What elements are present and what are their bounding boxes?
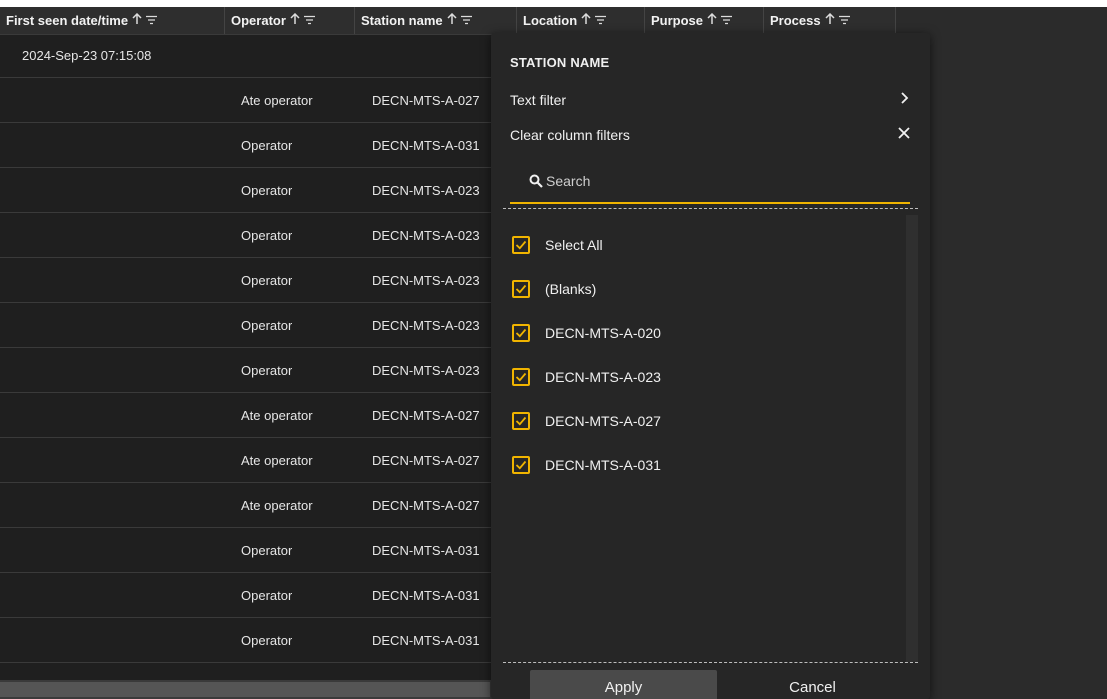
dashed-divider [503,662,918,663]
horizontal-scrollbar-thumb[interactable] [0,682,490,697]
filter-options-list: Select All (Blanks) DECN-MTS-A-020 DECN-MTS… [503,215,918,662]
text-filter-menu-item[interactable]: Text filter [510,89,910,111]
column-header[interactable]: Station name [355,7,517,34]
close-icon[interactable] [898,126,910,144]
cell-operator: Ate operator [241,93,313,108]
filter-lines-icon[interactable] [595,13,607,28]
column-header[interactable]: Process [764,7,896,34]
filter-option[interactable]: DECN-MTS-A-027 [512,409,661,433]
checkbox[interactable] [512,368,530,386]
checkbox[interactable] [512,324,530,342]
cell-operator: Operator [241,363,293,378]
arrow-up-icon[interactable] [581,12,591,28]
cell-station-name: DECN-MTS-A-031 [372,633,480,648]
checkbox[interactable] [512,280,530,298]
checkbox[interactable] [512,236,530,254]
column-header[interactable]: Purpose [645,7,764,34]
cancel-button[interactable]: Cancel [719,670,906,699]
filter-search-input[interactable] [510,160,910,202]
column-header-label: Location [523,13,578,28]
filter-option[interactable]: DECN-MTS-A-031 [512,453,661,477]
filter-option-label: DECN-MTS-A-027 [545,413,661,429]
cell-station-name: DECN-MTS-A-031 [372,138,480,153]
cell-station-name: DECN-MTS-A-023 [372,318,480,333]
page: First seen date/time Operator Station name… [0,0,1107,699]
cell-station-name: DECN-MTS-A-027 [372,93,480,108]
cell-operator: Operator [241,138,293,153]
filter-lines-icon[interactable] [721,13,733,28]
column-header[interactable]: Operator [225,7,355,34]
filter-option[interactable]: DECN-MTS-A-023 [512,365,661,389]
cell-operator: Operator [241,543,293,558]
arrow-up-icon[interactable] [707,12,717,28]
cell-station-name: DECN-MTS-A-027 [372,453,480,468]
column-header-label: Process [770,13,821,28]
column-header-label: First seen date/time [6,13,129,28]
column-filter-popup: STATION NAME Text filter Clear column fi… [491,33,930,699]
filter-option[interactable]: DECN-MTS-A-020 [512,321,661,345]
cell-station-name: DECN-MTS-A-027 [372,408,480,423]
column-header[interactable]: Location [517,7,645,34]
arrow-up-icon[interactable] [290,12,300,28]
cell-station-name: DECN-MTS-A-023 [372,273,480,288]
dashed-divider [503,208,918,209]
cell-operator: Operator [241,318,293,333]
filter-option[interactable]: Select All [512,233,603,257]
cell-first-seen: 2024-Sep-23 07:15:08 [22,48,152,63]
cell-operator: Operator [241,228,293,243]
cell-station-name: DECN-MTS-A-031 [372,588,480,603]
options-scrollbar[interactable] [906,215,918,662]
checkbox[interactable] [512,412,530,430]
cell-operator: Operator [241,588,293,603]
filter-option[interactable]: (Blanks) [512,277,596,301]
text-filter-label: Text filter [510,92,567,108]
cell-station-name: DECN-MTS-A-031 [372,543,480,558]
filter-lines-icon[interactable] [146,13,158,28]
column-header[interactable]: First seen date/time [0,7,225,34]
clear-column-filters-menu-item[interactable]: Clear column filters [510,124,910,146]
cell-station-name: DECN-MTS-A-023 [372,363,480,378]
filter-lines-icon[interactable] [460,13,472,28]
cell-operator: Ate operator [241,453,313,468]
cell-operator: Ate operator [241,498,313,513]
checkbox[interactable] [512,456,530,474]
cell-operator: Operator [241,183,293,198]
arrow-up-icon[interactable] [825,12,835,28]
filter-lines-icon[interactable] [838,13,850,28]
apply-button[interactable]: Apply [530,670,717,699]
cell-station-name: DECN-MTS-A-023 [372,183,480,198]
filter-option-label: DECN-MTS-A-023 [545,369,661,385]
arrow-up-icon[interactable] [447,12,457,28]
filter-popup-title: STATION NAME [510,55,610,70]
column-header-label: Operator [231,13,286,28]
filter-option-label: DECN-MTS-A-020 [545,325,661,341]
cell-operator: Ate operator [241,408,313,423]
filter-lines-icon[interactable] [303,13,315,28]
cell-station-name: DECN-MTS-A-023 [372,228,480,243]
arrow-up-icon[interactable] [132,12,142,28]
column-header-label: Station name [361,13,443,28]
grid-header: First seen date/time Operator Station name… [0,7,896,35]
filter-option-label: Select All [545,237,603,253]
filter-search-box[interactable] [510,160,910,204]
column-header-label: Purpose [651,13,704,28]
clear-column-filters-label: Clear column filters [510,127,630,143]
top-banner-strip [0,0,1107,7]
cell-operator: Operator [241,273,293,288]
chevron-right-icon [900,91,910,109]
cell-operator: Operator [241,633,293,648]
filter-option-label: (Blanks) [545,281,597,297]
cell-station-name: DECN-MTS-A-027 [372,498,480,513]
filter-option-label: DECN-MTS-A-031 [545,457,661,473]
